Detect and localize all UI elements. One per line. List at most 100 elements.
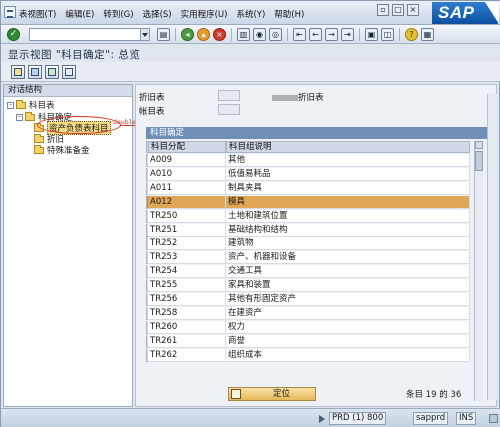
position-button[interactable]: 定位 xyxy=(228,387,316,401)
cell-group-description: 其他 xyxy=(226,154,470,167)
status-system[interactable]: PRD (1) 800 xyxy=(329,412,387,425)
display-change-icon[interactable] xyxy=(11,65,25,79)
command-field[interactable] xyxy=(29,28,141,41)
depreciation-chart-field xyxy=(218,90,240,101)
system-menu-icon[interactable] xyxy=(4,6,16,18)
minimize-button[interactable]: ▫ xyxy=(377,4,389,16)
shortcut-icon[interactable]: ◫ xyxy=(381,28,394,41)
dialog-structure-header: 对话结构 xyxy=(4,85,132,97)
cell-group-description: 在建资产 xyxy=(226,306,470,320)
standard-toolbar: ✓ ▤ ◂ ▴ × ▥ ◉ ◎ ⇤ ← → ⇥ ▣ ◫ ? ▦ xyxy=(1,25,500,44)
cell-account-assignment[interactable]: A010 xyxy=(148,167,226,181)
find-next-icon[interactable]: ◎ xyxy=(269,28,282,41)
print-icon[interactable]: ▥ xyxy=(237,28,250,41)
status-expand-icon[interactable] xyxy=(319,415,325,423)
cell-account-assignment[interactable]: TR258 xyxy=(148,306,226,320)
select-all-icon[interactable] xyxy=(45,65,59,79)
cell-account-assignment[interactable]: TR250 xyxy=(148,209,226,223)
prev-page-icon[interactable]: ← xyxy=(309,28,322,41)
cell-group-description: 其他有形固定资产 xyxy=(226,293,470,306)
cell-account-assignment[interactable]: TR251 xyxy=(148,223,226,237)
depreciation-chart-label: 折旧表 xyxy=(139,93,165,103)
collapse-icon[interactable]: - xyxy=(16,113,23,121)
new-session-icon[interactable]: ▣ xyxy=(365,28,378,41)
cell-account-assignment[interactable]: TR260 xyxy=(148,320,226,334)
menu-item-table-view[interactable]: 表视图(T) xyxy=(19,8,56,20)
cell-account-assignment[interactable]: TR253 xyxy=(148,251,226,265)
menu-item-goto[interactable]: 转到(G) xyxy=(103,8,133,20)
cell-account-assignment[interactable]: TR261 xyxy=(148,334,226,348)
annotation-oval xyxy=(37,116,121,134)
tree-node-special-reserves[interactable]: 特殊准备金 xyxy=(34,144,90,156)
save-icon[interactable]: ▤ xyxy=(157,28,170,41)
position-button-label: 定位 xyxy=(273,389,291,399)
cell-account-assignment[interactable]: A009 xyxy=(148,154,226,167)
cell-group-description: 建筑物 xyxy=(226,237,470,251)
tree-node-label: 特殊准备金 xyxy=(47,146,90,156)
column-header-account-assignment[interactable]: 科目分配 xyxy=(148,141,226,153)
details-panel: 折旧表 折旧表 帐目表 科目确定 科目分配 科目组说明 A009 其他 A010 低值… xyxy=(135,84,497,407)
screen-vertical-scrollbar[interactable] xyxy=(487,94,497,400)
command-history-dropdown[interactable] xyxy=(141,28,150,41)
menu-items: 表视图(T) 编辑(E) 转到(G) 选择(S) 实用程序(U) 系统(Y) 帮… xyxy=(19,8,304,20)
layout-icon[interactable]: ▦ xyxy=(421,28,434,41)
cell-account-assignment[interactable]: A012 xyxy=(148,195,226,209)
detail-icon[interactable] xyxy=(28,65,42,79)
cell-group-description: 模具 xyxy=(226,195,470,209)
last-page-icon[interactable]: ⇥ xyxy=(341,28,354,41)
cell-account-assignment[interactable]: TR255 xyxy=(148,279,226,293)
status-mode[interactable]: INS xyxy=(456,412,477,425)
application-toolbar xyxy=(1,62,500,82)
sap-window: 表视图(T) 编辑(E) 转到(G) 选择(S) 实用程序(U) 系统(Y) 帮… xyxy=(0,0,500,427)
find-icon[interactable]: ◉ xyxy=(253,28,266,41)
resize-grip-icon xyxy=(489,414,498,423)
cell-group-description: 资产、机器和设备 xyxy=(226,251,470,265)
table-vertical-scrollbar[interactable] xyxy=(474,141,483,401)
title-bar: 显示视图 "科目确定": 总览 xyxy=(1,44,500,62)
menu-bar: 表视图(T) 编辑(E) 转到(G) 选择(S) 实用程序(U) 系统(Y) 帮… xyxy=(1,1,500,25)
menu-item-edit[interactable]: 编辑(E) xyxy=(65,8,94,20)
page-title: 显示视图 "科目确定": 总览 xyxy=(8,49,141,61)
folder-open-icon xyxy=(25,111,35,121)
tree-node-label: 科目表 xyxy=(29,101,55,111)
folder-icon xyxy=(16,99,26,109)
cell-account-assignment[interactable]: TR254 xyxy=(148,265,226,279)
menu-item-select[interactable]: 选择(S) xyxy=(143,8,172,20)
toolbar-icons: ▤ ◂ ▴ × ▥ ◉ ◎ ⇤ ← → ⇥ ▣ ◫ ? ▦ xyxy=(157,28,434,41)
menu-item-utilities[interactable]: 实用程序(U) xyxy=(181,8,228,20)
cell-group-description: 家具和装置 xyxy=(226,279,470,293)
chart-of-accounts-label: 帐目表 xyxy=(139,107,165,117)
table-title: 科目确定 xyxy=(146,127,488,139)
folder-icon xyxy=(34,133,44,143)
status-bar: PRD (1) 800 sapprd INS xyxy=(1,408,500,427)
cell-group-description: 基础结构和结构 xyxy=(226,223,470,237)
menu-item-system[interactable]: 系统(Y) xyxy=(236,8,265,20)
chart-of-accounts-field xyxy=(218,104,240,115)
depreciation-chart-desc-text: 折旧表 xyxy=(298,93,324,103)
cell-account-assignment[interactable]: A011 xyxy=(148,181,226,195)
scroll-thumb[interactable] xyxy=(475,151,483,171)
enter-icon[interactable]: ✓ xyxy=(7,28,20,41)
position-icon xyxy=(231,389,241,399)
toolbar-separator xyxy=(231,28,232,41)
column-header-group-description[interactable]: 科目组说明 xyxy=(226,141,470,153)
cell-account-assignment[interactable]: TR256 xyxy=(148,293,226,306)
exit-icon[interactable]: ▴ xyxy=(197,28,210,41)
scroll-up-icon[interactable] xyxy=(475,141,483,149)
first-page-icon[interactable]: ⇤ xyxy=(293,28,306,41)
cell-group-description: 交通工具 xyxy=(226,265,470,279)
back-icon[interactable]: ◂ xyxy=(181,28,194,41)
cell-account-assignment[interactable]: TR252 xyxy=(148,237,226,251)
cell-account-assignment[interactable]: TR262 xyxy=(148,348,226,362)
cell-group-description: 权力 xyxy=(226,320,470,334)
menu-item-help[interactable]: 帮助(H) xyxy=(274,8,304,20)
close-button[interactable]: × xyxy=(407,4,419,16)
help-icon[interactable]: ? xyxy=(405,28,418,41)
deselect-all-icon[interactable] xyxy=(62,65,76,79)
next-page-icon[interactable]: → xyxy=(325,28,338,41)
cancel-icon[interactable]: × xyxy=(213,28,226,41)
collapse-icon[interactable]: - xyxy=(7,101,14,109)
tree-node-chart-of-accounts[interactable]: - 科目表 xyxy=(7,99,55,111)
folder-icon xyxy=(34,144,44,154)
maximize-button[interactable]: □ xyxy=(392,4,404,16)
